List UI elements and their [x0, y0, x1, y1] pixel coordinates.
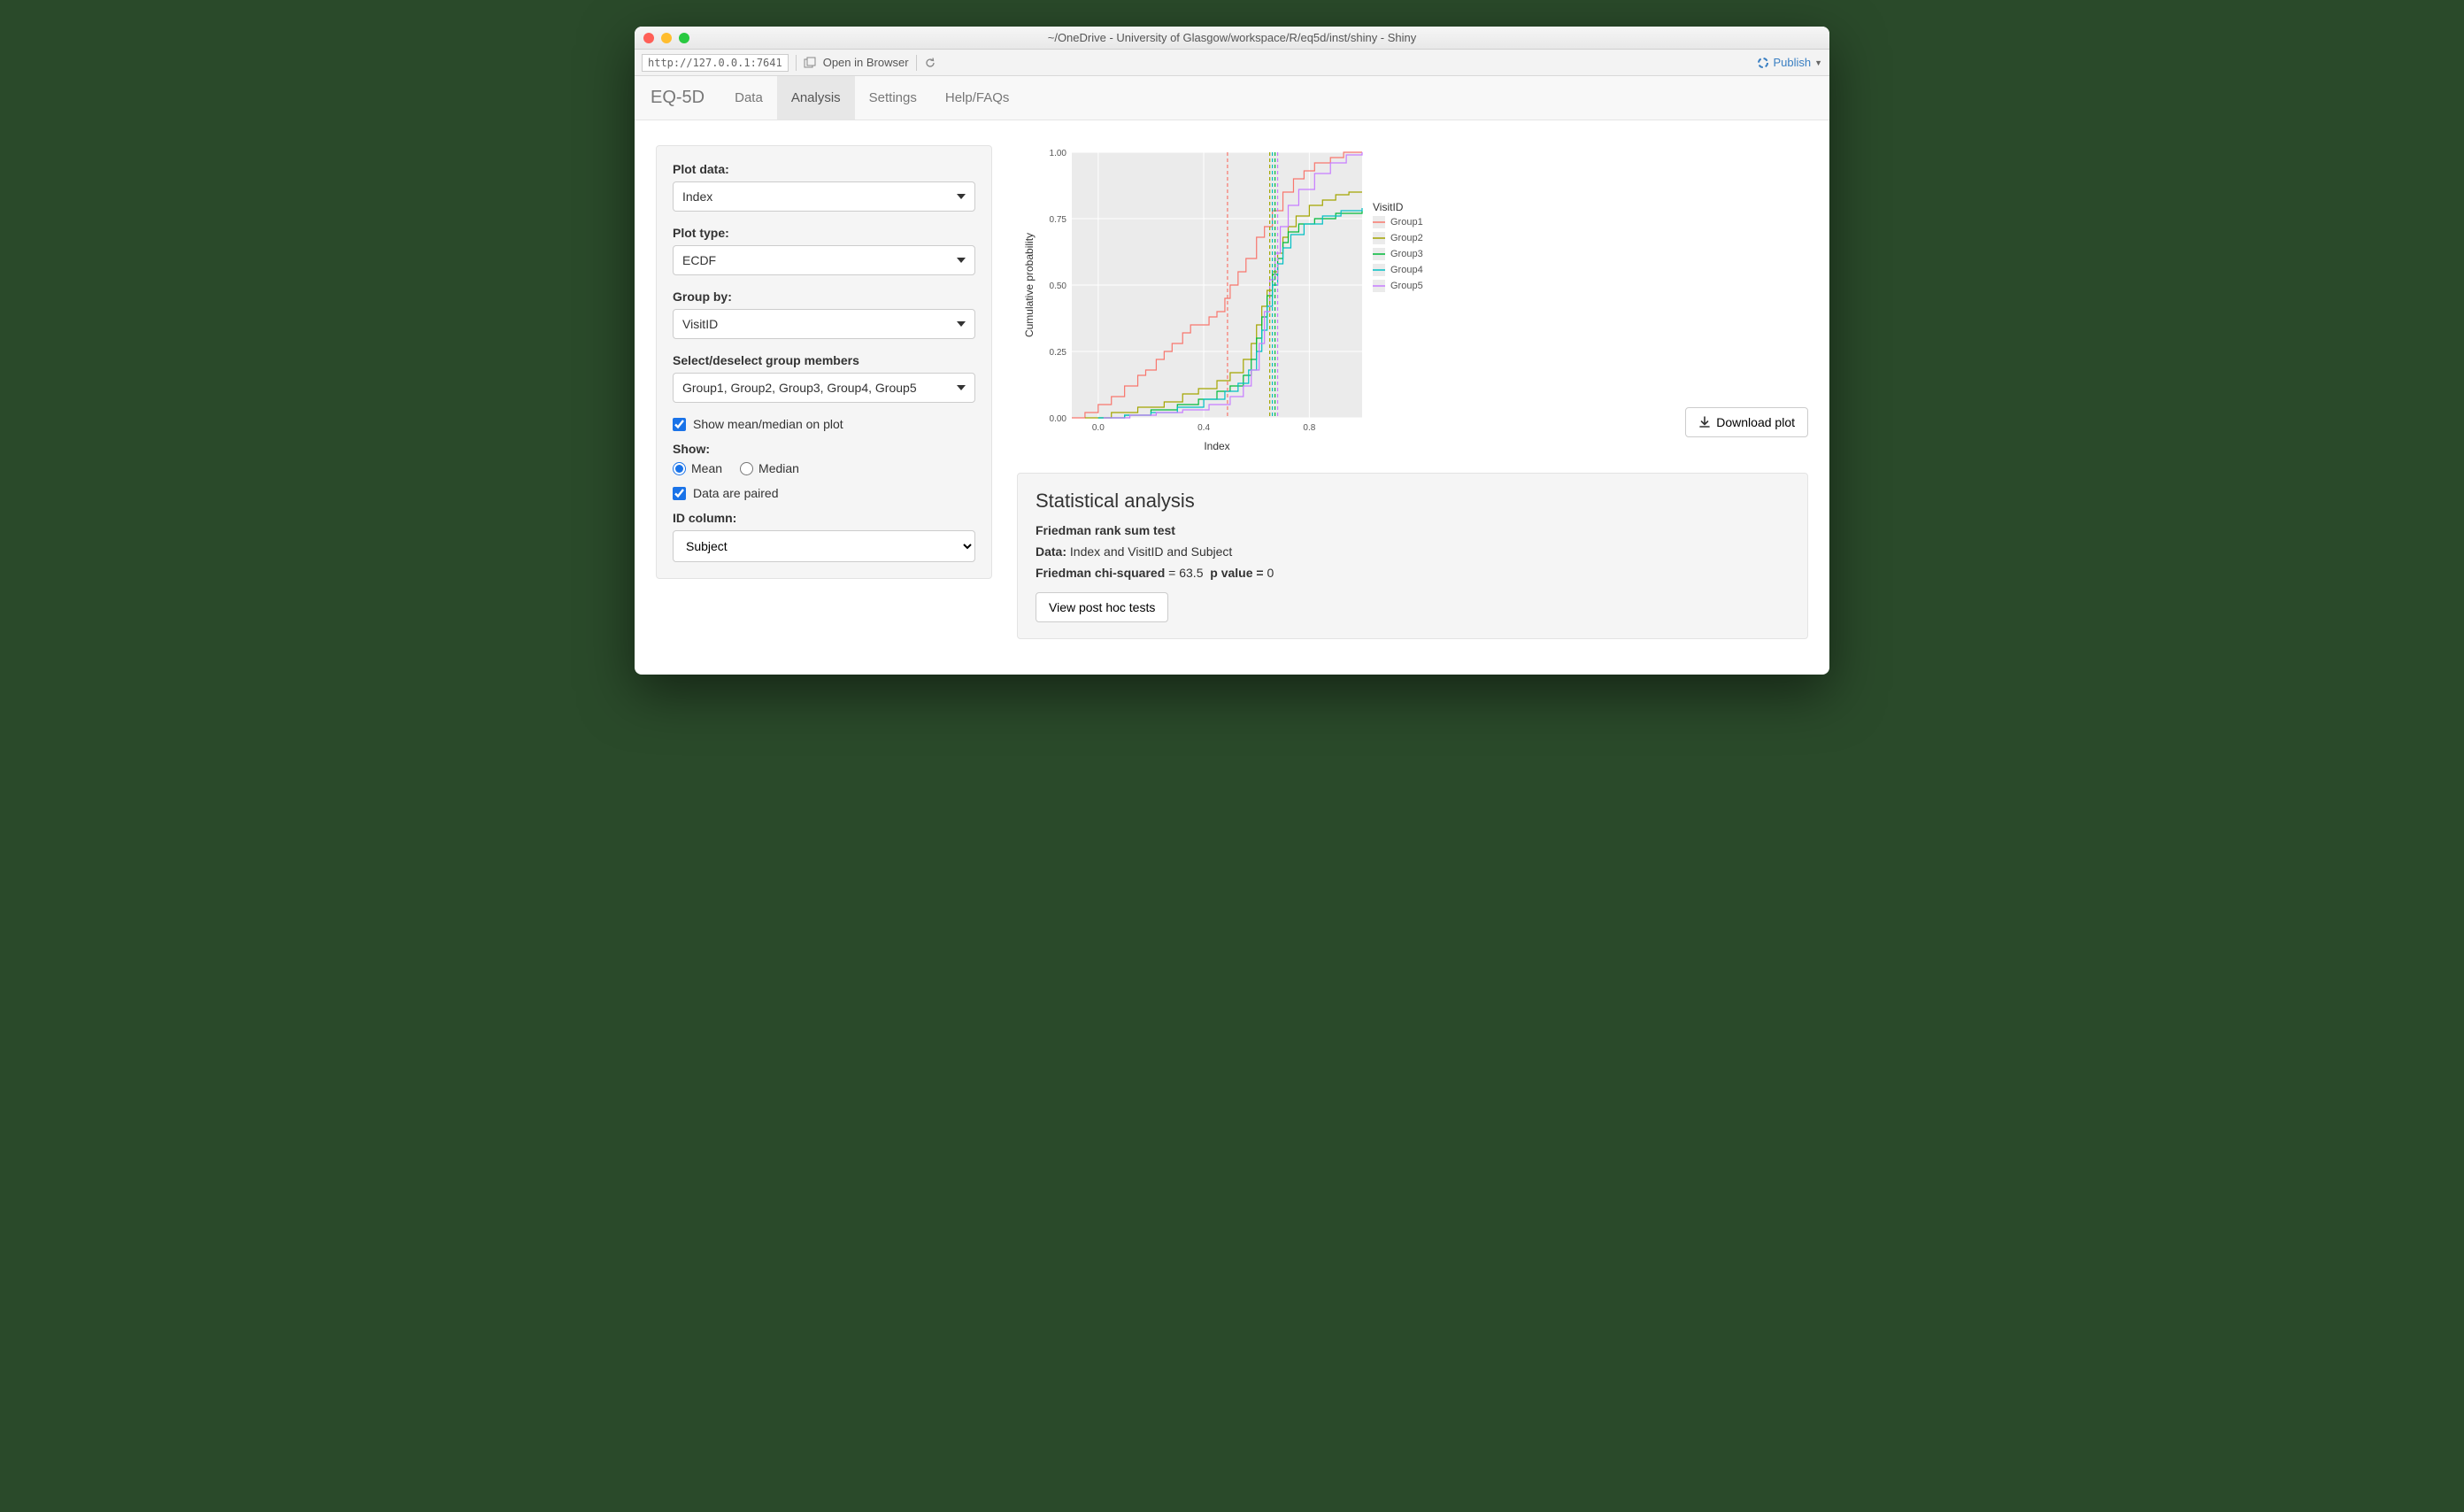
navbar: EQ-5D Data Analysis Settings Help/FAQs — [635, 76, 1829, 120]
plot-row: 0.00 0.25 0.50 0.75 1.00 0.0 0.4 0.8 Index Cumula… — [1017, 145, 1808, 455]
chevron-down-icon — [957, 385, 966, 390]
chevron-down-icon — [957, 321, 966, 327]
download-label: Download plot — [1716, 415, 1795, 429]
paired-checkbox[interactable] — [673, 487, 686, 500]
test-name: Friedman rank sum test — [1036, 523, 1175, 537]
minimize-window-icon[interactable] — [661, 33, 672, 43]
show-mean-median-label: Show mean/median on plot — [693, 417, 843, 431]
svg-text:Index: Index — [1204, 440, 1229, 452]
content: Plot data: Index Plot type: ECDF Group b… — [635, 120, 1829, 675]
paired-label: Data are paired — [693, 486, 779, 500]
p-label: p value = — [1210, 566, 1263, 580]
tab-help[interactable]: Help/FAQs — [931, 76, 1024, 120]
plot-type-select[interactable]: ECDF — [673, 245, 975, 275]
radio-mean[interactable] — [673, 462, 686, 475]
members-label: Select/deselect group members — [673, 353, 975, 367]
svg-text:0.0: 0.0 — [1092, 423, 1105, 433]
titlebar: ~/OneDrive - University of Glasgow/works… — [635, 27, 1829, 50]
svg-text:VisitID: VisitID — [1373, 201, 1404, 213]
members-select[interactable]: Group1, Group2, Group3, Group4, Group5 — [673, 373, 975, 403]
chevron-down-icon — [957, 194, 966, 199]
plot-data-select[interactable]: Index — [673, 181, 975, 212]
svg-text:Cumulative probability: Cumulative probability — [1023, 233, 1036, 337]
group-by-select[interactable]: VisitID — [673, 309, 975, 339]
stats-heading: Statistical analysis — [1036, 490, 1790, 513]
svg-text:0.8: 0.8 — [1303, 423, 1315, 433]
url-field[interactable]: http://127.0.0.1:7641 — [642, 54, 789, 72]
window-title: ~/OneDrive - University of Glasgow/works… — [635, 31, 1829, 44]
radio-median-wrap[interactable]: Median — [740, 461, 799, 475]
data-value: Index and VisitID and Subject — [1070, 544, 1232, 559]
group-by-value: VisitID — [682, 317, 718, 331]
svg-text:0.50: 0.50 — [1050, 282, 1067, 291]
brand: EQ-5D — [651, 76, 720, 120]
svg-text:1.00: 1.00 — [1050, 149, 1067, 158]
publish-button[interactable]: Publish ▼ — [1757, 56, 1822, 69]
posthoc-button[interactable]: View post hoc tests — [1036, 592, 1168, 622]
svg-text:Group2: Group2 — [1390, 233, 1423, 243]
svg-text:Group1: Group1 — [1390, 217, 1423, 228]
separator — [796, 55, 797, 71]
group-by-label: Group by: — [673, 289, 975, 304]
id-column-select[interactable]: Subject — [673, 530, 975, 562]
id-column-label: ID column: — [673, 511, 975, 525]
chi-value: 63.5 — [1179, 566, 1203, 580]
chevron-down-icon — [957, 258, 966, 263]
separator — [916, 55, 917, 71]
plot-data-value: Index — [682, 189, 712, 204]
svg-text:Group3: Group3 — [1390, 249, 1423, 259]
svg-text:0.4: 0.4 — [1197, 423, 1210, 433]
tab-settings[interactable]: Settings — [855, 76, 931, 120]
download-icon — [1698, 416, 1711, 428]
tab-data[interactable]: Data — [720, 76, 777, 120]
publish-label: Publish — [1773, 56, 1811, 69]
traffic-lights — [643, 33, 689, 43]
main-column: 0.00 0.25 0.50 0.75 1.00 0.0 0.4 0.8 Index Cumula… — [1017, 145, 1808, 639]
radio-median[interactable] — [740, 462, 753, 475]
data-label: Data: — [1036, 544, 1066, 559]
plot-type-label: Plot type: — [673, 226, 975, 240]
p-value: 0 — [1267, 566, 1274, 580]
radio-mean-wrap[interactable]: Mean — [673, 461, 722, 475]
svg-text:Group5: Group5 — [1390, 281, 1423, 291]
download-plot-button[interactable]: Download plot — [1685, 407, 1808, 437]
svg-text:0.75: 0.75 — [1050, 215, 1067, 225]
stats-panel: Statistical analysis Friedman rank sum t… — [1017, 473, 1808, 639]
viewer-toolbar: http://127.0.0.1:7641 Open in Browser Pu… — [635, 50, 1829, 76]
posthoc-label: View post hoc tests — [1049, 600, 1155, 614]
sidebar-panel: Plot data: Index Plot type: ECDF Group b… — [656, 145, 992, 579]
tab-analysis[interactable]: Analysis — [777, 76, 855, 120]
maximize-window-icon[interactable] — [679, 33, 689, 43]
plot-type-value: ECDF — [682, 253, 716, 267]
popout-icon[interactable] — [804, 57, 816, 69]
svg-text:Group4: Group4 — [1390, 265, 1423, 275]
show-label: Show: — [673, 442, 975, 456]
chi-label: Friedman chi-squared — [1036, 566, 1165, 580]
svg-text:0.25: 0.25 — [1050, 348, 1067, 358]
members-value: Group1, Group2, Group3, Group4, Group5 — [682, 381, 917, 395]
open-in-browser-button[interactable]: Open in Browser — [823, 56, 909, 69]
ecdf-plot: 0.00 0.25 0.50 0.75 1.00 0.0 0.4 0.8 Index Cumula… — [1017, 145, 1459, 455]
show-mean-median-checkbox[interactable] — [673, 418, 686, 431]
plot-data-label: Plot data: — [673, 162, 975, 176]
svg-text:0.00: 0.00 — [1050, 414, 1067, 424]
close-window-icon[interactable] — [643, 33, 654, 43]
radio-mean-label: Mean — [691, 461, 722, 475]
radio-median-label: Median — [758, 461, 799, 475]
refresh-icon[interactable] — [924, 57, 936, 69]
app-window: ~/OneDrive - University of Glasgow/works… — [635, 27, 1829, 675]
